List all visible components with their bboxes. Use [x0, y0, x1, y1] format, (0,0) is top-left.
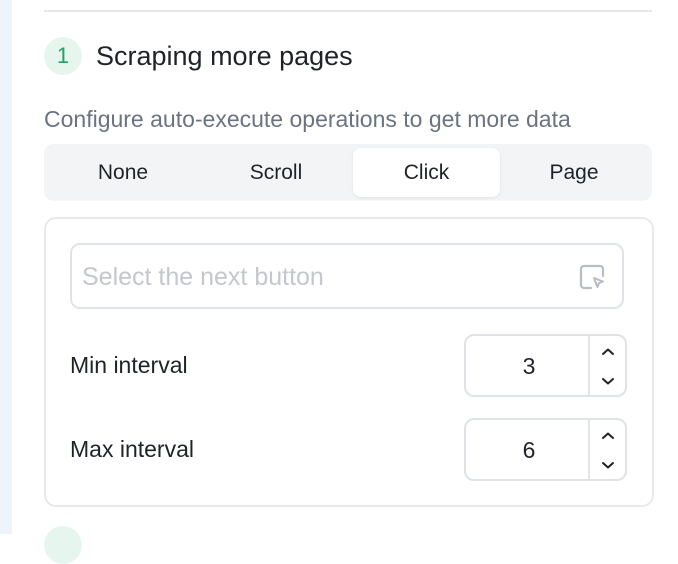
chevron-down-icon [601, 377, 614, 384]
next-button-selector-input[interactable] [80, 245, 564, 309]
min-interval-decrement-button[interactable] [590, 366, 625, 395]
chevron-up-icon [601, 348, 614, 355]
mode-tab-page[interactable]: Page [502, 148, 646, 197]
max-interval-stepper [464, 418, 627, 481]
step-number-badge: 1 [44, 37, 82, 75]
next-step-badge [44, 526, 82, 564]
chevron-down-icon [601, 461, 614, 468]
min-interval-input[interactable] [466, 336, 592, 397]
mode-tab-none[interactable]: None [52, 148, 194, 197]
left-edge-strip [0, 0, 12, 534]
next-button-selector-field [70, 243, 624, 309]
chevron-up-icon [601, 432, 614, 439]
max-interval-label: Max interval [70, 436, 194, 462]
mode-segmented-control: None Scroll Click Page [44, 144, 652, 201]
min-interval-label: Min interval [70, 352, 188, 378]
top-divider [44, 10, 652, 12]
element-picker-icon[interactable] [578, 263, 606, 291]
mode-tab-scroll[interactable]: Scroll [201, 148, 351, 197]
min-interval-increment-button[interactable] [590, 337, 625, 366]
section-title: Scraping more pages [96, 41, 353, 71]
max-interval-input[interactable] [466, 420, 592, 481]
section-description: Configure auto-execute operations to get… [44, 106, 571, 132]
min-interval-stepper [464, 334, 627, 397]
max-interval-decrement-button[interactable] [590, 450, 625, 479]
max-interval-increment-button[interactable] [590, 421, 625, 450]
mode-tab-click[interactable]: Click [353, 148, 500, 197]
